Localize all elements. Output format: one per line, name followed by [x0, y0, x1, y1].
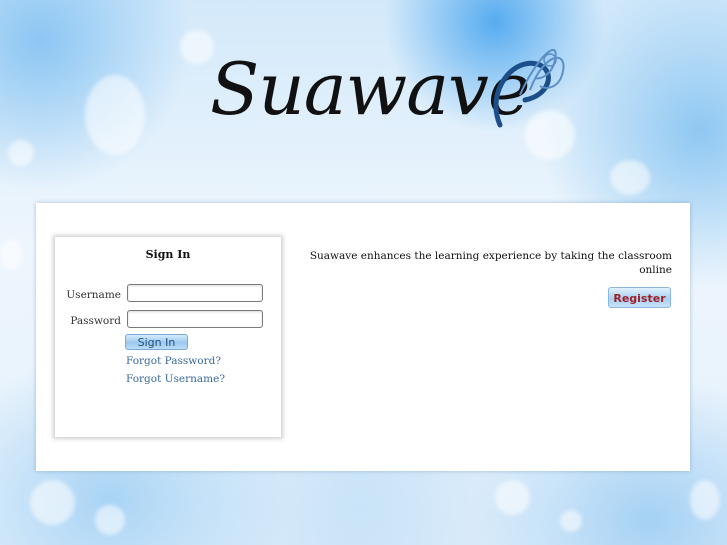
- background-bubble: [95, 505, 125, 535]
- password-label: Password: [70, 315, 121, 327]
- background-bubble: [560, 510, 582, 532]
- background-bubble: [495, 480, 530, 515]
- register-button[interactable]: Register: [608, 287, 671, 308]
- tagline: Suawave enhances the learning experience…: [309, 250, 672, 276]
- background-bubble: [0, 240, 22, 270]
- page: { "logo": { "text": "Suawave" }, "signin…: [0, 0, 727, 545]
- username-input[interactable]: [127, 284, 263, 302]
- forgot-username-link[interactable]: Forgot Username?: [126, 373, 225, 385]
- background-bubble: [690, 480, 720, 520]
- brand-logo: Suawave: [210, 30, 570, 150]
- password-input[interactable]: [127, 310, 263, 328]
- background-bubble: [610, 160, 650, 195]
- forgot-password-link[interactable]: Forgot Password?: [126, 355, 221, 367]
- signin-box: Sign In Username Password Sign In Forgot…: [55, 237, 281, 437]
- signin-title: Sign In: [145, 248, 191, 261]
- background-bubble: [85, 75, 145, 155]
- background-bubble: [30, 480, 75, 525]
- background-bubble: [8, 140, 34, 166]
- butterfly-icon: [493, 48, 565, 128]
- background-bubble: [180, 30, 214, 64]
- username-label: Username: [66, 289, 121, 301]
- signin-button[interactable]: Sign In: [125, 334, 188, 350]
- main-panel: Sign In Username Password Sign In Forgot…: [36, 203, 690, 471]
